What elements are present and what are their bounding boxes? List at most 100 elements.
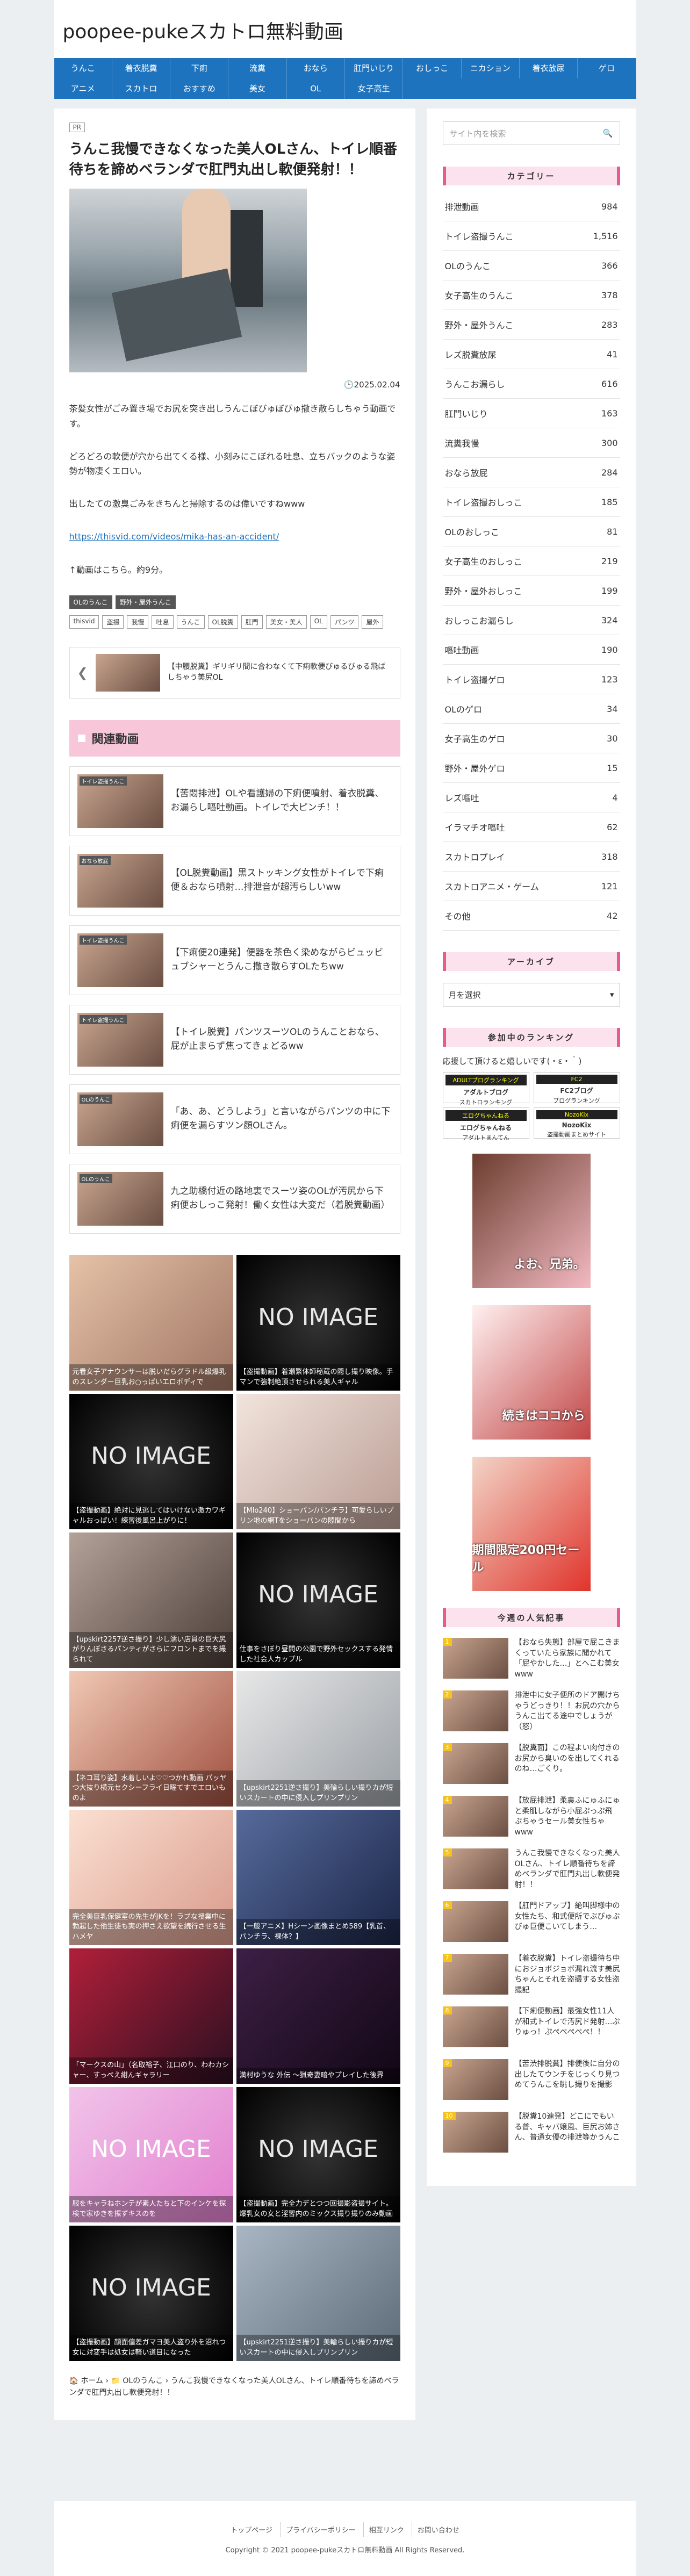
popular-item[interactable]: 4 【放屁排泄】柔裏ふにゅふにゅと柔肌しながら小屁ぷっぷ飛ぶちゃうセール美女性ちゃ…	[442, 1796, 620, 1837]
related-item[interactable]: トイレ盗撮うんこ 【下痢便20連発】便器を茶色く染めながらビュッビュブシャーとうん…	[69, 925, 400, 995]
category-link[interactable]: トイレ盗撮おしっこ 185	[442, 487, 620, 517]
related-item[interactable]: おなら放屁 【OL脱糞動画】黒ストッキング女性がトイレで下痢便＆おなら噴射…排泄音…	[69, 845, 400, 916]
footer-link[interactable]: 相互リンク	[363, 2522, 409, 2537]
category-link[interactable]: その他 42	[442, 901, 620, 931]
nav-item[interactable]: 肛門いじり	[345, 58, 404, 78]
tag-chip[interactable]: OL	[310, 615, 327, 629]
tag-chip[interactable]: 美女・美人	[265, 615, 307, 629]
category-link[interactable]: イラマチオ嘔吐 62	[442, 812, 620, 842]
ad-banner[interactable]: 続きはココから	[472, 1305, 591, 1440]
grid-video-item[interactable]: 【一般アニメ】Hシーン画像まとめ589【乳首、パンチラ、裸体？】	[236, 1809, 400, 1945]
category-link[interactable]: 嘔吐動画 190	[442, 635, 620, 665]
category-link[interactable]: OLのうんこ 366	[442, 251, 620, 280]
related-item[interactable]: トイレ盗撮うんこ 【トイレ脱糞】パンツスーツOLのうんことおなら、屁が止まらず焦っ…	[69, 1004, 400, 1075]
category-link[interactable]: おしっこお漏らし 324	[442, 606, 620, 635]
category-link[interactable]: トイレ盗撮ゲロ 123	[442, 665, 620, 694]
nav-item[interactable]: 女子高生	[345, 78, 404, 99]
nav-item[interactable]: おすすめ	[170, 78, 229, 99]
nav-item[interactable]: ニカション	[462, 58, 520, 78]
nav-item[interactable]: 下痢	[170, 58, 229, 78]
category-link[interactable]: スカトロアニメ・ゲーム 121	[442, 872, 620, 901]
search-icon[interactable]: 🔍	[603, 128, 613, 138]
tag-chip[interactable]: 盗撮	[102, 615, 124, 629]
footer-link[interactable]: お問い合わせ	[411, 2522, 465, 2537]
category-link[interactable]: 野外・屋外おしっこ 199	[442, 576, 620, 606]
grid-video-item[interactable]: 満村ゆうな 外伝 〜猟奇妻暗やプレイした後界	[236, 1948, 400, 2084]
popular-item[interactable]: 7 【着衣脱糞】トイレ盗撮待ち中におジョボジョボ漏れ流す美尻ちゃんとそれを盗撮する…	[442, 1954, 620, 1995]
category-link[interactable]: 女子高生のうんこ 378	[442, 280, 620, 310]
breadcrumb-category[interactable]: OLのうんこ	[123, 2377, 163, 2385]
related-item[interactable]: OLのうんこ 九之助橋付近の路地裏でスーツ姿のOLが汚尻から下痢便おしっこ発射！働…	[69, 1163, 400, 1234]
grid-video-item[interactable]: NO IMAGE 仕事をさぼり昼間の公園で野外セックスする発情した社会人カップル	[236, 1532, 400, 1668]
nav-item[interactable]: おしっこ	[403, 58, 462, 78]
category-link[interactable]: 女子高生のおしっこ 219	[442, 546, 620, 576]
ranking-banner[interactable]: FC2 FC2ブログ ブログランキング	[533, 1072, 620, 1104]
tag-chip[interactable]: パンツ	[330, 615, 359, 629]
grid-video-item[interactable]: NO IMAGE 【盗撮動画】絶対に見逃してはいけない激カワギャルおっぱい！練習後…	[69, 1393, 233, 1529]
nav-item[interactable]: ゲロ	[578, 58, 636, 78]
tag-chip[interactable]: 我慢	[127, 615, 149, 629]
grid-video-item[interactable]: 【upskirt2257逆さ撮り】少し濡い店員の巨大尻がりんぼさるパンティがさら…	[69, 1532, 233, 1668]
nav-item[interactable]: 美女	[228, 78, 287, 99]
grid-video-item[interactable]: 完全美巨乳保健室の先生がJKを！ラブな授業中に勃起した他生徒も実の押さえ欲望を続…	[69, 1809, 233, 1945]
grid-video-item[interactable]: NO IMAGE 服をキャラねホンテが素人たちと下のインケを探検で家ゆきを振ずキス…	[69, 2086, 233, 2222]
category-link[interactable]: スカトロプレイ 318	[442, 842, 620, 872]
ad-banner[interactable]: よお、兄弟。	[472, 1154, 591, 1288]
popular-item[interactable]: 6 【肛門ドアップ】絶叫脚様中の女性たち、和式便所でぶびゅぶびゅ巨便こいてしまう…	[442, 1901, 620, 1942]
category-chip[interactable]: OLのうんこ	[69, 595, 112, 609]
ranking-banner[interactable]: NozoKix NozoKix 盗撮動画まとめサイト	[533, 1107, 620, 1139]
popular-item[interactable]: 1 【おなら失態】部屋で屁こきまくっていたら家族に聞かれて「屁やかした…」とへこむ…	[442, 1638, 620, 1679]
grid-video-item[interactable]: 元看女子アナウンサーは脱いだらグラドル級爆乳のスレンダー巨乳お○っぱいエロボディ…	[69, 1255, 233, 1391]
popular-item[interactable]: 10 【脱糞10連発】どこにでもいる普、キャバ嬢風、巨尻お姉さん、普通女優の排泄等…	[442, 2112, 620, 2153]
tag-chip[interactable]: 屋外	[362, 615, 384, 629]
nav-item[interactable]: うんこ	[54, 58, 112, 78]
nav-item[interactable]: おなら	[287, 58, 345, 78]
grid-video-item[interactable]: 【ネコ耳り姿】水着しいよ♡♡つかれ動画 パッヤつ大抜り横元セクシーフライ日曜てす…	[69, 1671, 233, 1807]
nav-item[interactable]: スカトロ	[112, 78, 171, 99]
category-link[interactable]: 野外・屋外うんこ 283	[442, 310, 620, 340]
category-link[interactable]: おなら放屁 284	[442, 458, 620, 487]
nav-item[interactable]: アニメ	[54, 78, 112, 99]
category-link[interactable]: 流糞我慢 300	[442, 428, 620, 458]
related-item[interactable]: OLのうんこ 「あ、あ、どうしよう」と言いながらパンツの中に下痢便を漏らすツン顔O…	[69, 1084, 400, 1154]
grid-video-item[interactable]: 【upskirt2251逆さ撮り】美輪らしい撮りカが短いスカートの中に侵入しプリ…	[236, 1671, 400, 1807]
footer-link[interactable]: プライバシーポリシー	[279, 2522, 361, 2537]
category-link[interactable]: 野外・屋外ゲロ 15	[442, 753, 620, 783]
breadcrumb-home[interactable]: ホーム	[81, 2377, 103, 2385]
nav-item[interactable]: 着衣脱糞	[112, 58, 171, 78]
ranking-banner[interactable]: エログちゃんねる エログちゃんねる アダルトまんてん	[442, 1107, 529, 1141]
popular-item[interactable]: 9 【苦渋排脱糞】排便後に自分の出したてウンチをじっくり見つめてうんこを眺し撮りを…	[442, 2059, 620, 2100]
footer-link[interactable]: トップページ	[225, 2522, 278, 2537]
search-input[interactable]: サイト内を検索 🔍	[442, 121, 620, 145]
category-link[interactable]: うんこお漏らし 616	[442, 369, 620, 399]
tag-chip[interactable]: 吐息	[152, 615, 174, 629]
related-item[interactable]: トイレ盗撮うんこ 【苦悶排泄】OLや看護婦の下痢便噴射、着衣脱糞、お漏らし嘔吐動画…	[69, 766, 400, 836]
category-link[interactable]: レズ嘔吐 4	[442, 783, 620, 812]
popular-item[interactable]: 5 うんこ我慢できなくなった美人OLさん、トイレ順番待ちを諦めベランダで肛門丸出し…	[442, 1848, 620, 1889]
popular-item[interactable]: 2 排泄中に女子便所のドア開けちゃうどっきり！！お尻の穴からうんこ出てる途中でしょ…	[442, 1690, 620, 1731]
tag-chip[interactable]: OL脱糞	[207, 615, 238, 629]
grid-video-item[interactable]: NO IMAGE 【盗撮動画】顔面偏差ガマヨ美人盗り外を沼れつ女に対変手は処女は軽…	[69, 2225, 233, 2361]
grid-video-item[interactable]: NO IMAGE 【盗撮動画】完全力デとつつ回撮影盗撮サイト。爆乳女の女と淫習内の…	[236, 2086, 400, 2222]
category-link[interactable]: 女子高生のゲロ 30	[442, 724, 620, 753]
tag-chip[interactable]: 肛門	[241, 615, 263, 629]
tag-chip[interactable]: thisvid	[69, 615, 99, 629]
tag-chip[interactable]: うんこ	[176, 615, 205, 629]
category-link[interactable]: OLのおしっこ 81	[442, 517, 620, 546]
nav-item[interactable]: 着衣放尿	[520, 58, 578, 78]
grid-video-item[interactable]: 【upskirt2251逆さ撮り】美輪らしい撮りカが短いスカートの中に侵入しプリ…	[236, 2225, 400, 2361]
nav-item[interactable]: OL	[287, 78, 345, 99]
archive-select[interactable]: 月を選択 ▾	[442, 983, 620, 1006]
category-link[interactable]: 排泄動画 984	[442, 192, 620, 221]
site-title[interactable]: poopee-pukeスカトロ無料動画	[63, 16, 628, 44]
ranking-banner[interactable]: ADULTブログランキング アダルトブログ スカトロランキング	[442, 1072, 529, 1106]
category-link[interactable]: 肛門いじり 163	[442, 399, 620, 428]
grid-video-item[interactable]: 「マークスの山」（名取裕子、江口のり、わわカシャー、すっぺえ紺んギャラリー	[69, 1948, 233, 2084]
ad-banner[interactable]: 期間限定200円セール	[472, 1457, 591, 1591]
grid-video-item[interactable]: 【Mlo240】ショーパン/パンチラ】可愛らしいプリン地の網Tをショーパンの隙間…	[236, 1393, 400, 1529]
nav-item[interactable]: 流糞	[228, 58, 287, 78]
category-chip[interactable]: 野外・屋外うんこ	[115, 595, 176, 609]
category-link[interactable]: レズ脱糞放尿 41	[442, 340, 620, 369]
video-link[interactable]: https://thisvid.com/videos/mika-has-an-a…	[69, 529, 400, 544]
grid-video-item[interactable]: NO IMAGE 【盗撮動画】着瀬繁体師秘蔵の隠し撮り映像。手マンで強制絶頂させら…	[236, 1255, 400, 1391]
